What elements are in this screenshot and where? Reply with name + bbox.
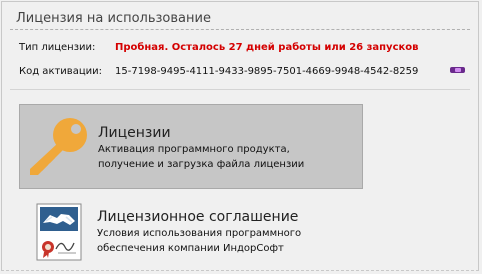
license-agreement-tile-description: Условия использования программного обесп… (97, 226, 301, 256)
license-agreement-tile[interactable]: Лицензионное соглашение Условия использо… (19, 198, 363, 266)
license-type-label: Тип лицензии: (19, 42, 96, 53)
title-divider (10, 29, 470, 30)
licenses-tile[interactable]: Лицензии Активация программного продукта… (19, 104, 363, 189)
licenses-tile-description: Активация программного продукта, получен… (98, 142, 304, 172)
licenses-tile-desc-line2: получение и загрузка файла лицензии (98, 159, 305, 170)
panel-title: Лицензия на использование (16, 11, 211, 26)
licenses-tile-title: Лицензии (98, 125, 171, 141)
copy-code-icon[interactable] (450, 66, 465, 74)
license-agreement-tile-desc-line2: обеспечения компании ИндорСофт (97, 243, 284, 254)
copy-code-icon-tip (455, 68, 461, 72)
license-agreement-tile-desc-line1: Условия использования программного (97, 228, 302, 239)
activation-code-label: Код активации: (19, 66, 102, 77)
activation-code-value[interactable]: 15-7198-9495-4111-9433-9895-7501-4669-99… (115, 66, 418, 77)
license-type-value: Пробная. Осталось 27 дней работы или 26 … (115, 42, 419, 53)
licenses-tile-desc-line1: Активация программного продукта, (98, 144, 290, 155)
section-divider (10, 89, 470, 90)
license-agreement-tile-title: Лицензионное соглашение (97, 209, 299, 225)
license-agreement-icon (36, 203, 82, 261)
license-panel: Лицензия на использование Тип лицензии: … (1, 1, 479, 271)
key-icon (30, 118, 87, 175)
